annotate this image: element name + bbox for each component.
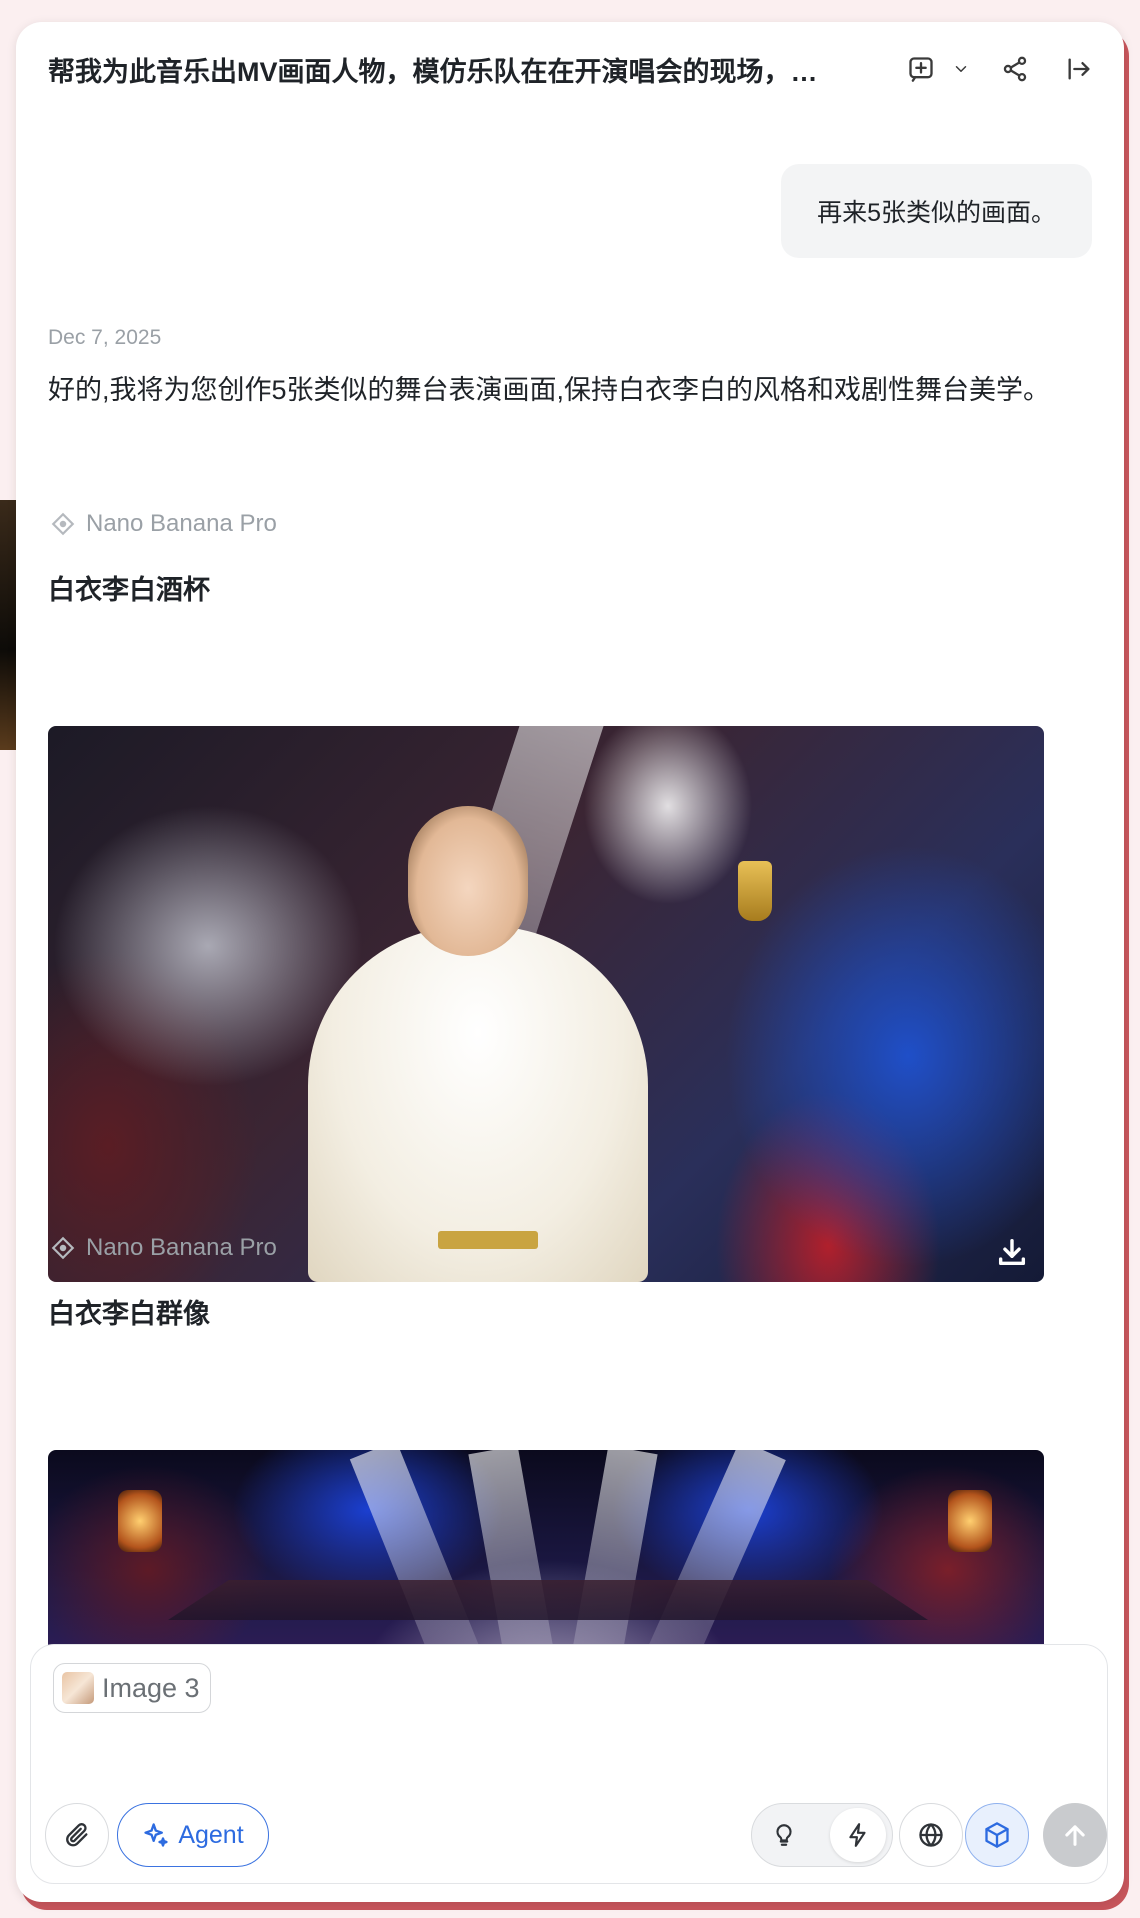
think-mode-button[interactable]: [756, 1808, 812, 1862]
model-tag: Nano Banana Pro: [50, 1234, 277, 1262]
download-button[interactable]: [992, 1232, 1032, 1272]
share-icon[interactable]: [998, 52, 1032, 86]
eye-icon: [51, 1236, 75, 1260]
generated-image[interactable]: [48, 1450, 1044, 1666]
image-title: 白衣李白酒杯: [48, 575, 210, 605]
cube-icon: [985, 1822, 1009, 1848]
performer-robe: [308, 926, 648, 1282]
download-icon: [998, 1238, 1026, 1266]
spotlight-beam: [468, 1450, 567, 1666]
send-button[interactable]: [1043, 1803, 1107, 1867]
image-title: 白衣李白群像: [48, 1299, 210, 1329]
model-name: Nano Banana Pro: [86, 1234, 277, 1261]
attachment-label: Image 3: [102, 1672, 200, 1703]
model-name: Nano Banana Pro: [86, 510, 277, 537]
pavilion-roof: [168, 1580, 928, 1620]
message-date: Dec 7, 2025: [48, 326, 162, 349]
conversation-title: 帮我为此音乐出MV画面人物，模仿乐队在在开演唱会的现场，…: [48, 57, 818, 87]
chevron-down-icon[interactable]: [944, 52, 978, 86]
agent-button[interactable]: Agent: [117, 1803, 269, 1867]
model-tag: Nano Banana Pro: [50, 510, 277, 538]
model-tools-button[interactable]: [965, 1803, 1029, 1867]
generated-image[interactable]: [48, 726, 1044, 1282]
user-message-text: 再来5张类似的画面。: [817, 199, 1056, 227]
attachment-thumbnail: [62, 1672, 94, 1704]
mode-toggle: [751, 1803, 893, 1867]
attachment-chip[interactable]: Image 3: [53, 1663, 211, 1713]
globe-icon: [919, 1823, 943, 1847]
attach-button[interactable]: [45, 1803, 109, 1867]
send-arrow-icon: [1065, 1825, 1085, 1846]
lightning-icon: [849, 1823, 866, 1847]
lantern: [118, 1490, 162, 1552]
web-search-button[interactable]: [899, 1803, 963, 1867]
background-window-edge: [0, 500, 16, 750]
sidebar-exit-icon[interactable]: [1062, 52, 1096, 86]
message-list: 再来5张类似的画面。 Dec 7, 2025 好的,我将为您创作5张类似的舞台表…: [16, 118, 1124, 1666]
spotlight-beam: [559, 1450, 658, 1666]
fast-mode-button[interactable]: [830, 1808, 886, 1862]
message-composer[interactable]: Image 3 Agent: [30, 1644, 1108, 1884]
performer-belt: [438, 1231, 538, 1249]
new-chat-icon[interactable]: [904, 52, 938, 86]
sparkle-icon: [144, 1823, 168, 1847]
user-message-bubble: 再来5张类似的画面。: [781, 164, 1092, 258]
lantern: [948, 1490, 992, 1552]
performer-head: [408, 806, 528, 956]
lightbulb-icon: [776, 1824, 792, 1846]
chat-panel: 帮我为此音乐出MV画面人物，模仿乐队在在开演唱会的现场，… 再来5张类似的画面。…: [16, 22, 1124, 1902]
wine-cup: [738, 861, 772, 921]
agent-label: Agent: [178, 1820, 244, 1849]
paperclip-icon: [66, 1823, 88, 1847]
assistant-message-text: 好的,我将为您创作5张类似的舞台表演画面,保持白衣李白的风格和戏剧性舞台美学。: [48, 375, 1051, 405]
chat-header: 帮我为此音乐出MV画面人物，模仿乐队在在开演唱会的现场，…: [16, 22, 1124, 118]
eye-icon: [51, 512, 75, 536]
